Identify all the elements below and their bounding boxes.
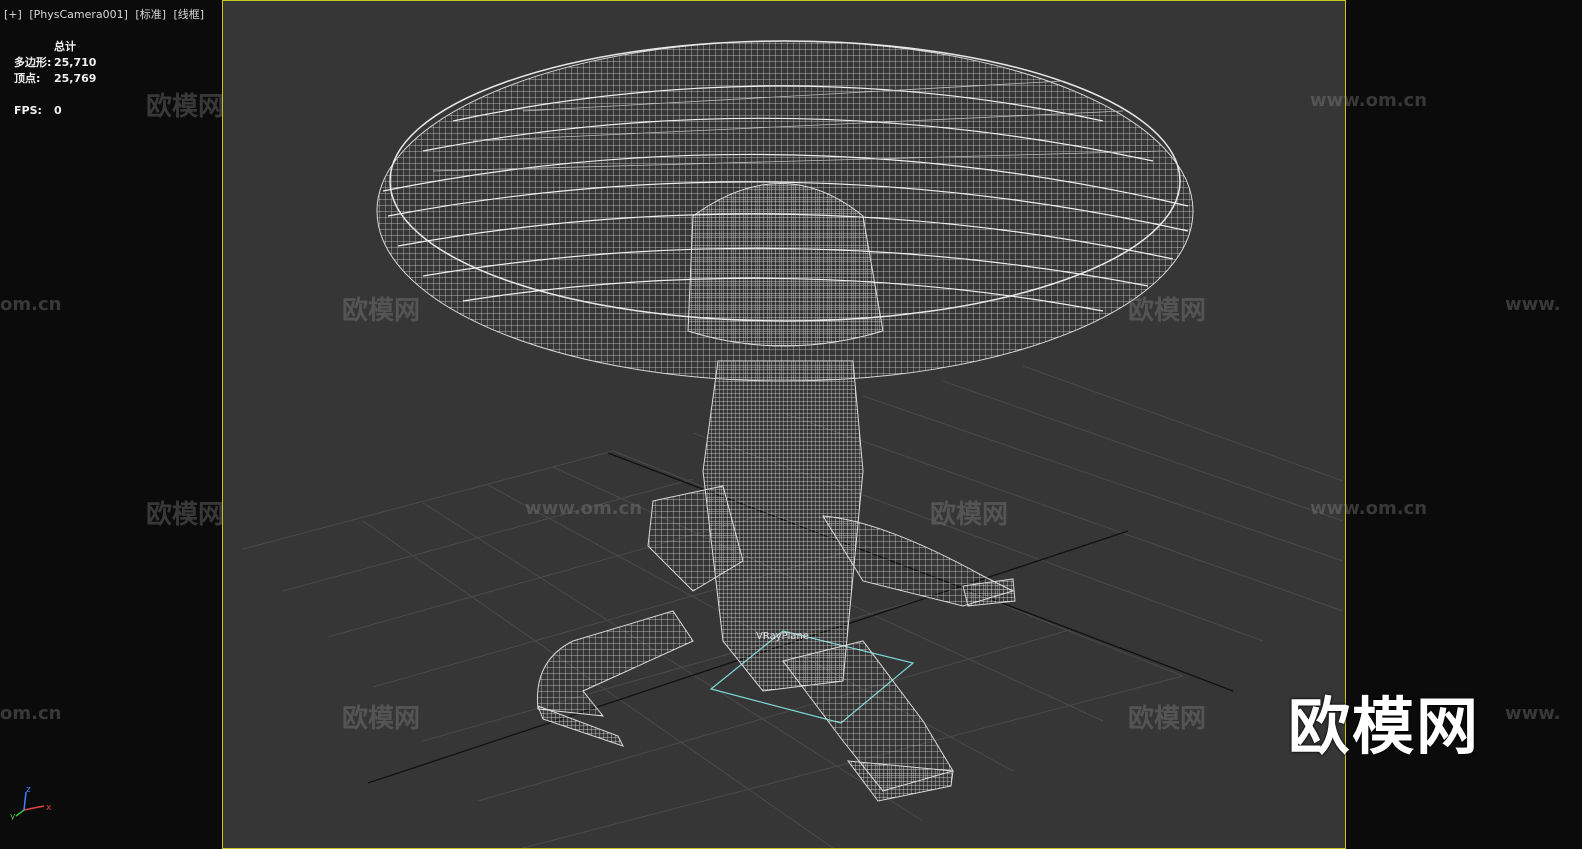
scene-stats: 总计 多边形: 25,710 顶点: 25,769 FPS: 0 (14, 38, 96, 118)
watermark-brand: 欧模网 (930, 500, 1009, 530)
watermark-brand: 欧模网 (1128, 704, 1207, 734)
viewport-label[interactable]: [+] [PhysCamera001] [标准] [线框] (4, 6, 208, 22)
axis-x-label: x (46, 803, 52, 813)
vray-plane-label: VRayPlane (756, 631, 810, 642)
vertices-value: 25,769 (54, 71, 97, 85)
polygons-label: 多边形: (14, 56, 52, 69)
polygons-value: 25,710 (54, 55, 97, 69)
watermark-url-partial: om.cn (0, 294, 62, 315)
watermark-brand: 欧模网 (342, 296, 421, 326)
watermark-brand: 欧模网 (146, 500, 225, 530)
table-top (376, 40, 1194, 382)
shading-mode-label[interactable]: [线框] (174, 8, 205, 21)
axis-z-label: z (26, 786, 31, 795)
watermark-url: www.om.cn (1310, 498, 1428, 519)
axis-gizmo-icon: x z y (10, 786, 52, 820)
watermark-url: www.om.cn (1310, 90, 1428, 111)
vertices-label: 顶点: (14, 72, 41, 85)
viewport-menu[interactable]: [+] (4, 8, 22, 21)
camera-label[interactable]: [PhysCamera001] (29, 8, 128, 21)
watermark-url-prefix: www. (1505, 703, 1561, 724)
watermark-brand: 欧模网 (342, 704, 421, 734)
watermark-url-prefix: www. (1505, 294, 1561, 315)
watermark-url-partial: om.cn (0, 703, 62, 724)
shading-standard-label[interactable]: [标准] (135, 8, 166, 21)
stats-total-label: 总计 (54, 40, 76, 53)
watermark-url: www.om.cn (525, 498, 643, 519)
watermark-brand: 欧模网 (146, 92, 225, 122)
watermark-brand: 欧模网 (1128, 296, 1207, 326)
axis-y-label: y (10, 812, 16, 820)
fps-value: 0 (54, 103, 62, 117)
fps-label: FPS: (14, 103, 42, 117)
brand-logo: 欧模网 (1288, 690, 1481, 763)
